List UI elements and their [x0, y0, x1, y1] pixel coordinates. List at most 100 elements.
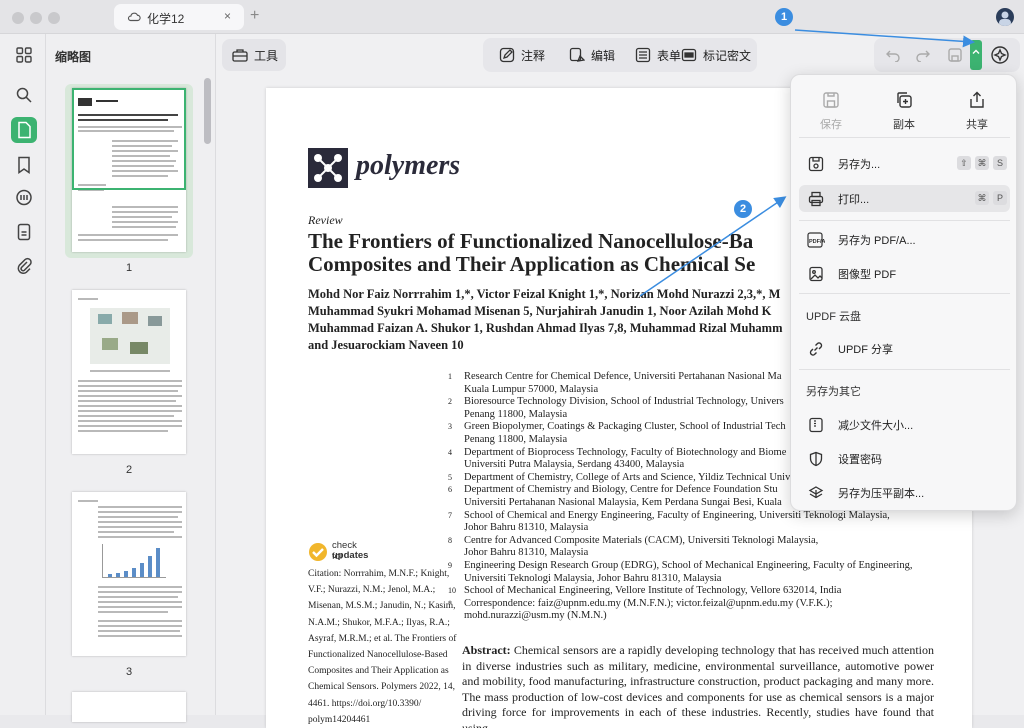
author-list: Mohd Nor Faiz Norrrahim 1,*, Victor Feiz…: [308, 286, 783, 354]
duplicate-label: 副本: [893, 119, 915, 131]
page-thumbnail-3[interactable]: [72, 492, 186, 656]
affiliation-line: Correspondence: faiz@upnm.edu.my (M.N.F.…: [464, 597, 833, 609]
journal-name: polymers: [356, 150, 461, 181]
save-dropdown-menu: 保存 副本 共享 另存为... ⇧ ⌘ S 打印... ⌘ P PDF/A 另存…: [790, 74, 1017, 511]
page-thumbnail-1[interactable]: [72, 88, 186, 252]
updates-label: updates: [332, 550, 369, 561]
search-icon[interactable]: [11, 82, 37, 108]
duplicate-button[interactable]: 副本: [874, 91, 934, 132]
comments-icon[interactable]: [11, 185, 37, 211]
link-icon: [809, 341, 823, 356]
close-window-button[interactable]: [12, 12, 24, 24]
citation-block: Citation: Norrrahim, M.N.F.; Knight, V.F.…: [308, 566, 457, 728]
redo-icon[interactable]: [916, 48, 930, 62]
pdfa-icon: PDF/A: [807, 231, 825, 248]
cmd-key-hint: ⌘: [975, 191, 989, 205]
affiliation-number: 8: [448, 535, 452, 545]
image-pdf-icon: [809, 266, 823, 281]
menu-divider: [799, 293, 1010, 294]
avatar[interactable]: [996, 8, 1014, 26]
form-label: 表单: [657, 48, 682, 63]
affiliation-line: mohd.nurazzi@usm.my (N.M.N.): [464, 610, 607, 622]
tools-button[interactable]: 工具: [222, 39, 286, 71]
zoom-window-button[interactable]: [48, 12, 60, 24]
quick-save-button[interactable]: 保存: [801, 91, 861, 132]
page-thumbnail-4[interactable]: [72, 692, 186, 722]
redact-button[interactable]: 标记密文: [681, 45, 751, 65]
affiliation-number: 6: [448, 485, 452, 495]
affiliation-line: Engineering Design Research Group (EDRG)…: [464, 560, 913, 571]
grid-view-icon[interactable]: [11, 42, 37, 68]
image-pdf-item[interactable]: 图像型 PDF: [799, 260, 1010, 287]
save-as-item[interactable]: 另存为... ⇧ ⌘ S: [799, 150, 1010, 177]
reduce-size-label: 减少文件大小...: [838, 419, 914, 432]
citation-line: V.F.; Nurazzi, N.M.; Jenol, M.A.;: [308, 585, 436, 596]
redact-label: 标记密文: [703, 48, 752, 63]
minimize-window-button[interactable]: [30, 12, 42, 24]
menu-divider: [799, 369, 1010, 370]
save-as-pdfa-item[interactable]: PDF/A 另存为 PDF/A...: [799, 226, 1010, 253]
redact-icon: [681, 48, 697, 62]
affiliation-line: Universiti Pertahanan Nasional Malaysia,…: [464, 497, 782, 508]
affiliation-number: 2: [448, 397, 452, 407]
save-flatten-label: 另存为压平副本...: [838, 487, 925, 500]
compress-icon: [809, 417, 823, 432]
citation-line: Asyraf, M.R.M.; et al. The Frontiers of: [308, 633, 457, 644]
affiliation-number: 10: [448, 586, 456, 596]
affiliation-line: Department of Chemistry and Biology, Cen…: [464, 484, 778, 496]
form-button[interactable]: 表单: [635, 45, 681, 65]
reduce-size-item[interactable]: 减少文件大小...: [799, 411, 1010, 438]
edit-button[interactable]: 编辑: [569, 45, 615, 65]
author-line: Mohd Nor Faiz Norrrahim 1,*, Victor Feiz…: [308, 287, 781, 301]
affiliation-line: Johor Bahru 81310, Malaysia: [464, 547, 589, 559]
share-icon: [970, 91, 984, 108]
print-item[interactable]: 打印... ⌘ P: [799, 185, 1010, 212]
author-line: and Jesuarockiam Naveen 10: [308, 338, 464, 352]
share-button[interactable]: 共享: [947, 91, 1007, 132]
attachment-file-icon[interactable]: [11, 219, 37, 245]
edit-label: 编辑: [591, 48, 616, 63]
print-icon: [808, 191, 824, 206]
document-tab[interactable]: 化学12 ×: [114, 4, 244, 30]
image-pdf-label: 图像型 PDF: [838, 268, 897, 281]
save-menu-toggle[interactable]: [970, 40, 982, 70]
abstract: Abstract: Chemical sensors are a rapidly…: [462, 643, 934, 728]
save-flatten-item[interactable]: 另存为压平副本...: [799, 479, 1010, 506]
affiliation-line: Penang 11800, Malaysia: [464, 434, 568, 445]
thumbnails-icon[interactable]: [11, 117, 37, 143]
set-password-item[interactable]: 设置密码: [799, 445, 1010, 472]
save-as-label: 另存为...: [838, 158, 881, 171]
form-icon: [635, 47, 651, 63]
page-number-2: 2: [125, 464, 133, 476]
bookmark-icon[interactable]: [11, 152, 37, 178]
paperclip-icon[interactable]: [11, 253, 37, 279]
duplicate-icon: [897, 92, 912, 108]
shift-key-hint: ⇧: [957, 156, 971, 170]
journal-logo: [308, 148, 348, 188]
cmd-key-hint: ⌘: [975, 156, 989, 170]
page-thumbnail-2[interactable]: [72, 290, 186, 454]
share-label: 共享: [966, 119, 988, 131]
abstract-label: Abstract:: [462, 643, 511, 657]
citation-line: Misenan, M.S.M.; Janudin, N.; Kasim,: [308, 601, 456, 612]
citation-line: 4461. https://doi.org/10.3390/: [308, 698, 422, 709]
updf-share-item[interactable]: UPDF 分享: [799, 335, 1010, 362]
mode-toolbar: 注释 编辑 表单 标记密文: [483, 38, 757, 72]
thumbnail-scrollbar[interactable]: [204, 78, 211, 144]
citation-line: Chemical Sensors. Polymers 2022, 14,: [308, 682, 455, 693]
new-tab-button[interactable]: +: [250, 7, 259, 25]
edit-icon: [569, 47, 585, 62]
page-number-3: 3: [125, 666, 133, 678]
tab-close-button[interactable]: ×: [224, 9, 231, 23]
set-password-label: 设置密码: [838, 453, 882, 466]
save-icon[interactable]: [948, 48, 962, 62]
cloud-icon: [127, 12, 141, 22]
annotate-button[interactable]: 注释: [499, 45, 545, 65]
affiliation-line: Bioresource Technology Division, School …: [464, 396, 784, 408]
undo-icon[interactable]: [886, 48, 900, 62]
affiliation-line: Department of Bioprocess Technology, Fac…: [464, 446, 787, 458]
save-as-icon: [808, 156, 824, 171]
author-line: Muhammad Faizan A. Shukor 1, Rushdan Ahm…: [308, 321, 783, 335]
affiliation-line: Department of Chemistry, College of Arts…: [464, 471, 799, 483]
ai-assistant-icon[interactable]: [990, 45, 1010, 65]
